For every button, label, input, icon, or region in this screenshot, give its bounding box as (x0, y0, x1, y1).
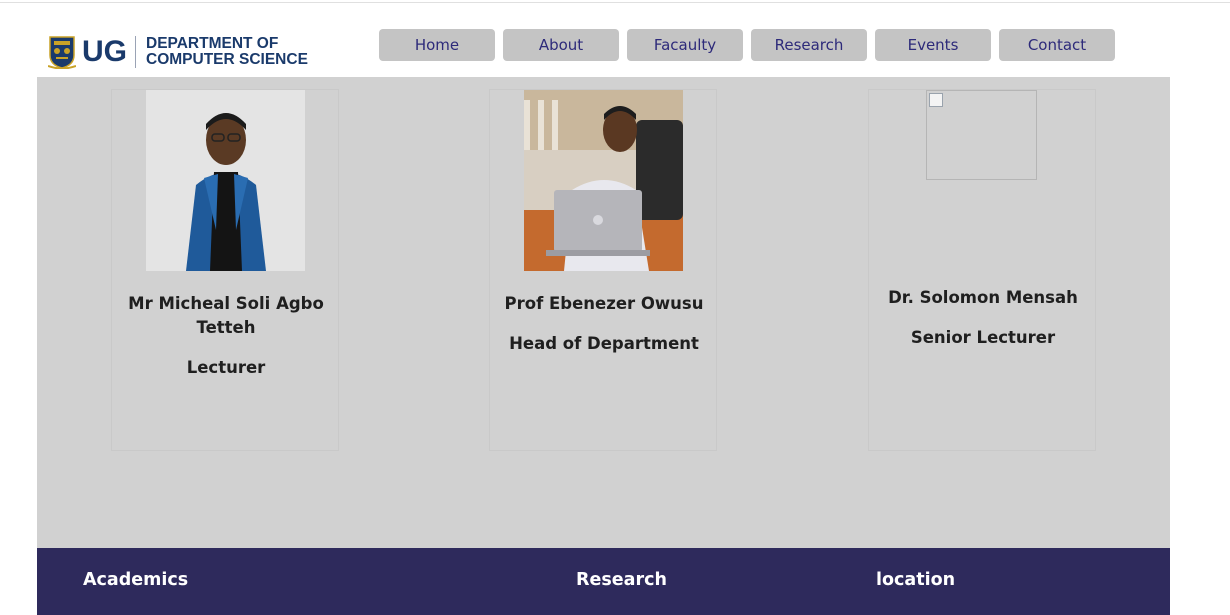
nav-events-button[interactable]: Events (875, 29, 991, 61)
logo-line-1: DEPARTMENT OF (146, 35, 279, 52)
faculty-card: Dr. Solomon Mensah Senior Lecturer (868, 89, 1096, 451)
logo-ug-text: UG (82, 35, 127, 68)
logo-line-2: COMPUTER SCIENCE (146, 51, 308, 68)
footer-location-heading[interactable]: location (876, 570, 955, 590)
faculty-photo (524, 90, 683, 271)
main-nav: Home About Facaulty Research Events Cont… (379, 29, 1115, 61)
faculty-name: Dr. Solomon Mensah (888, 288, 1078, 307)
site-footer: Academics Research location (37, 548, 1170, 615)
faculty-role: Head of Department (509, 334, 699, 353)
broken-image-icon (926, 90, 1037, 180)
footer-academics-heading[interactable]: Academics (83, 570, 188, 590)
logo-divider (135, 36, 136, 68)
faculty-role: Senior Lecturer (910, 328, 1056, 347)
faculty-photo (146, 90, 305, 271)
faculty-name: Prof Ebenezer Owusu (504, 294, 704, 313)
nav-faculty-button[interactable]: Facaulty (627, 29, 743, 61)
faculty-card: Mr Micheal Soli Agbo Tetteh Lecturer (111, 89, 339, 451)
faculty-card: Prof Ebenezer Owusu Head of Department (489, 89, 717, 451)
nav-about-button[interactable]: About (503, 29, 619, 61)
faculty-name: Mr Micheal Soli Agbo Tetteh (128, 294, 324, 337)
university-crest-icon (47, 35, 77, 70)
broken-image-glyph (929, 93, 943, 107)
logo-department-text: DEPARTMENT OF COMPUTER SCIENCE (146, 36, 308, 68)
footer-research-heading[interactable]: Research (576, 570, 667, 590)
nav-home-button[interactable]: Home (379, 29, 495, 61)
nav-contact-button[interactable]: Contact (999, 29, 1115, 61)
university-logo[interactable]: UG DEPARTMENT OF COMPUTER SCIENCE (47, 33, 308, 71)
site-header: UG DEPARTMENT OF COMPUTER SCIENCE Home A… (0, 3, 1230, 77)
nav-research-button[interactable]: Research (751, 29, 867, 61)
faculty-section: Mr Micheal Soli Agbo Tetteh Lecturer Pro… (37, 77, 1170, 548)
faculty-role: Lecturer (186, 358, 266, 377)
